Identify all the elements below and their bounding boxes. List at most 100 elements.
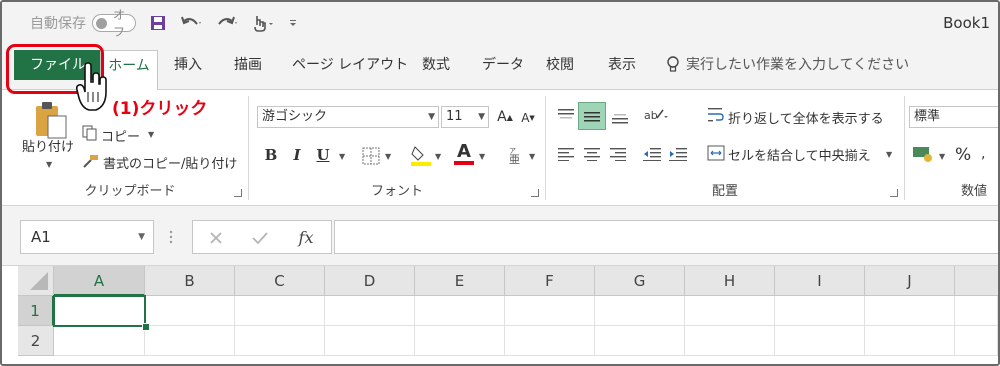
cell-h2[interactable] (685, 326, 775, 356)
font-size-combo[interactable]: 11 ▼ (441, 106, 489, 128)
tab-insert[interactable]: 挿入 (174, 50, 202, 80)
format-painter-icon[interactable] (82, 152, 100, 170)
cell-e1[interactable] (415, 296, 505, 326)
cell-k2[interactable] (955, 326, 998, 356)
cell-c1[interactable] (235, 296, 325, 326)
border-dropdown-icon[interactable]: ▼ (385, 152, 391, 161)
tell-me-box[interactable]: 実行したい作業を入力してください (666, 50, 909, 80)
copy-dropdown-icon[interactable]: ▼ (148, 130, 154, 139)
underline-dropdown-icon[interactable]: ▼ (339, 152, 345, 161)
phonetic-dropdown-icon[interactable]: ▼ (529, 152, 535, 161)
align-center-icon[interactable] (580, 142, 604, 166)
column-header-b[interactable]: B (145, 266, 235, 296)
cancel-icon[interactable] (205, 227, 227, 249)
bold-button[interactable]: B (263, 144, 279, 166)
accounting-dropdown-icon[interactable]: ▼ (939, 152, 945, 161)
column-header-e[interactable]: E (415, 266, 505, 296)
clipboard-launcher-icon[interactable] (234, 189, 242, 197)
wrap-text-label[interactable]: 折り返して全体を表示する (728, 108, 884, 127)
cell-f2[interactable] (505, 326, 595, 356)
formula-input[interactable] (334, 220, 998, 254)
save-button[interactable] (150, 15, 166, 31)
align-left-icon[interactable] (554, 142, 578, 166)
cell-g1[interactable] (595, 296, 685, 326)
customize-qat-button[interactable] (288, 18, 298, 28)
column-header-j[interactable]: J (865, 266, 955, 296)
cell-b1[interactable] (145, 296, 235, 326)
cell-c2[interactable] (235, 326, 325, 356)
copy-label[interactable]: コピー (101, 126, 140, 145)
name-box[interactable]: A1 ▼ (20, 220, 154, 254)
insert-function-button[interactable]: fx (293, 225, 319, 249)
merge-center-label[interactable]: セルを結合して中央揃え (728, 145, 871, 164)
font-color-dropdown-icon[interactable]: ▼ (479, 152, 485, 161)
undo-button[interactable] (180, 15, 202, 31)
wrap-text-icon[interactable] (706, 104, 726, 126)
font-launcher-icon[interactable] (531, 189, 539, 197)
cell-i1[interactable] (775, 296, 865, 326)
cell-d1[interactable] (325, 296, 415, 326)
merge-center-icon[interactable] (706, 142, 726, 164)
cell-a2[interactable] (54, 326, 145, 356)
column-header-h[interactable]: H (685, 266, 775, 296)
grow-font-icon[interactable]: A ▲ (495, 106, 515, 128)
fill-handle[interactable] (142, 323, 150, 331)
cell-e2[interactable] (415, 326, 505, 356)
column-header-g[interactable]: G (595, 266, 685, 296)
shrink-font-icon[interactable]: A ▼ (519, 108, 537, 128)
copy-icon[interactable] (82, 124, 98, 142)
column-header-c[interactable]: C (235, 266, 325, 296)
tab-view[interactable]: 表示 (608, 50, 636, 80)
increase-indent-icon[interactable] (666, 142, 690, 166)
column-header-a[interactable]: A (54, 266, 145, 296)
decrease-indent-icon[interactable] (640, 142, 664, 166)
comma-style-icon[interactable]: , (981, 146, 985, 162)
orientation-icon[interactable]: ab (642, 104, 668, 126)
percent-style-button[interactable]: % (955, 145, 971, 165)
redo-button[interactable] (216, 15, 238, 31)
autosave-toggle[interactable]: オフ (92, 8, 136, 39)
cell-h1[interactable] (685, 296, 775, 326)
cell-b2[interactable] (145, 326, 235, 356)
align-bottom-icon[interactable] (608, 104, 632, 128)
font-color-icon[interactable]: A (453, 140, 475, 168)
column-header-f[interactable]: F (505, 266, 595, 296)
cell-g2[interactable] (595, 326, 685, 356)
tab-page-layout[interactable]: ページ レイアウト (292, 50, 408, 80)
tab-formulas[interactable]: 数式 (422, 50, 450, 80)
row-header-1[interactable]: 1 (18, 296, 54, 326)
fill-color-dropdown-icon[interactable]: ▼ (435, 152, 441, 161)
underline-button[interactable]: U (315, 144, 331, 166)
fill-color-icon[interactable] (409, 142, 433, 168)
column-header-next[interactable] (955, 266, 998, 296)
tab-review[interactable]: 校閲 (546, 50, 574, 80)
align-right-icon[interactable] (606, 142, 630, 166)
column-header-i[interactable]: I (775, 266, 865, 296)
paste-label[interactable]: 貼り付け (22, 136, 74, 155)
italic-button[interactable]: I (289, 144, 305, 166)
align-top-icon[interactable] (554, 104, 578, 128)
cell-d2[interactable] (325, 326, 415, 356)
align-middle-icon[interactable] (578, 102, 606, 130)
grip-icon[interactable] (166, 226, 176, 248)
cell-j1[interactable] (865, 296, 955, 326)
cell-k1[interactable] (955, 296, 998, 326)
tab-data[interactable]: データ (482, 50, 524, 80)
select-all-corner[interactable] (18, 266, 54, 296)
tab-draw[interactable]: 描画 (234, 50, 262, 80)
number-format-combo[interactable]: 標準 (909, 106, 998, 128)
cell-i2[interactable] (775, 326, 865, 356)
border-icon[interactable] (361, 146, 381, 166)
format-painter-label[interactable]: 書式のコピー/貼り付け (103, 153, 237, 172)
phonetic-icon[interactable]: ア亜 (505, 144, 525, 166)
enter-icon[interactable] (249, 227, 271, 249)
font-name-combo[interactable]: 游ゴシック ▼ (257, 106, 439, 128)
paste-dropdown-icon[interactable]: ▼ (46, 160, 52, 169)
alignment-launcher-icon[interactable] (890, 189, 898, 197)
row-header-2[interactable]: 2 (18, 326, 54, 356)
column-header-d[interactable]: D (325, 266, 415, 296)
cell-f1[interactable] (505, 296, 595, 326)
touch-mode-button[interactable] (252, 14, 274, 32)
cell-j2[interactable] (865, 326, 955, 356)
accounting-format-icon[interactable] (911, 142, 935, 166)
